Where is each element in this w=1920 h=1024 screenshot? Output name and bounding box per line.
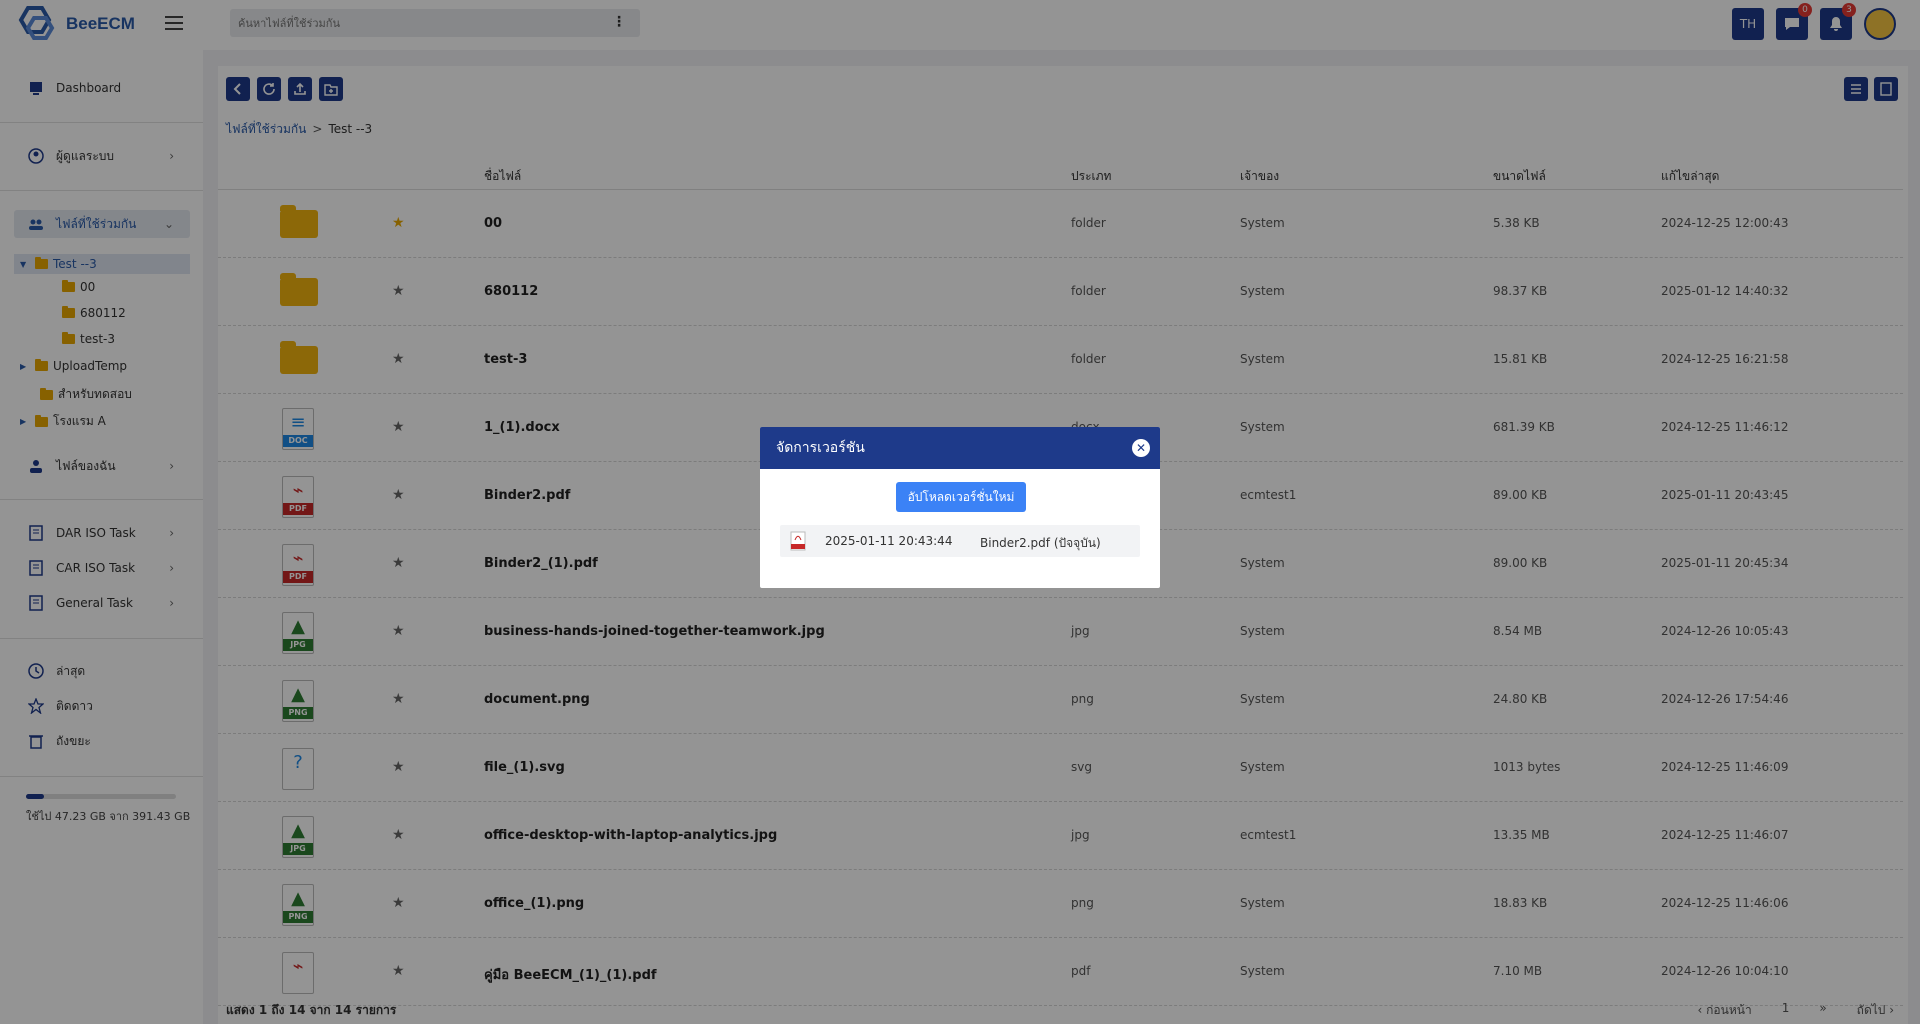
modal-title: จัดการเวอร์ชัน xyxy=(776,440,865,456)
modal-header: จัดการเวอร์ชัน ✕ xyxy=(760,427,1160,469)
version-file-name: Binder2.pdf (ปัจจุบัน) xyxy=(980,536,1101,550)
pdf-icon xyxy=(790,531,806,551)
version-modal: จัดการเวอร์ชัน ✕ อัปโหลดเวอร์ชั่นใหม่ 20… xyxy=(760,427,1160,588)
version-date: 2025-01-11 20:43:44 xyxy=(825,534,953,548)
upload-new-version-button[interactable]: อัปโหลดเวอร์ชั่นใหม่ xyxy=(896,482,1026,512)
version-list-item[interactable]: 2025-01-11 20:43:44 Binder2.pdf (ปัจจุบั… xyxy=(780,525,1140,557)
close-icon[interactable]: ✕ xyxy=(1132,439,1150,457)
